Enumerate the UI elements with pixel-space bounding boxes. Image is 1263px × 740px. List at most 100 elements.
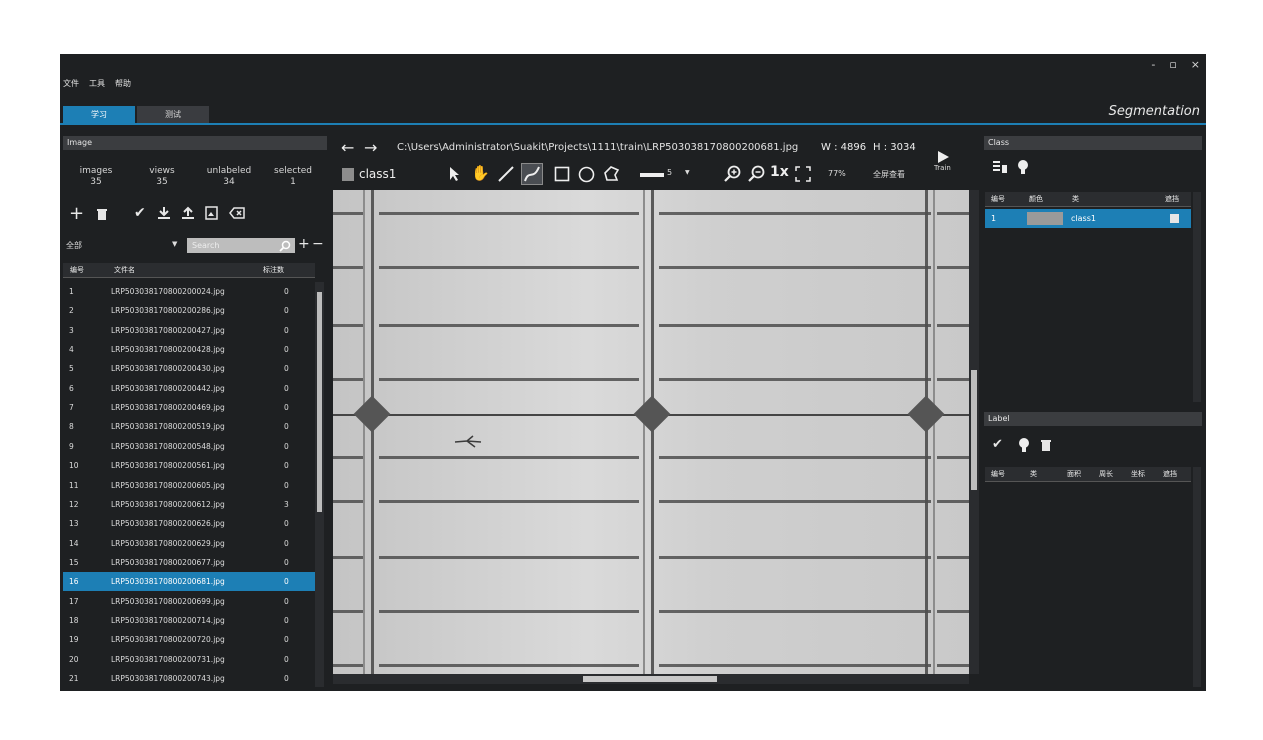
table-row[interactable]: 16 LRP503038170800200681.jpg 0	[63, 572, 315, 592]
table-row[interactable]: 12 LRP503038170800200612.jpg 3	[63, 495, 315, 514]
table-row[interactable]: 15 LRP503038170800200677.jpg 0	[63, 553, 315, 572]
cell-corner	[633, 395, 671, 433]
class-col-color: 颜色	[1029, 195, 1043, 203]
row-count: 0	[284, 461, 289, 471]
menu-bar: 文件 工具 帮助	[63, 78, 131, 89]
row-id: 17	[69, 596, 79, 606]
import-icon[interactable]	[157, 206, 171, 220]
brush-size-dropdown-icon[interactable]: ▼	[685, 169, 690, 176]
class-row[interactable]: 1 class1	[985, 209, 1191, 228]
train-button-label[interactable]: Train	[934, 164, 951, 172]
zoom-out-icon[interactable]	[748, 165, 765, 182]
close-button[interactable]: ×	[1191, 58, 1200, 71]
line-tool-icon[interactable]	[497, 165, 515, 183]
filter-select[interactable]: 全部 ▼	[66, 240, 184, 253]
table-row[interactable]: 5 LRP503038170800200430.jpg 0	[63, 359, 315, 378]
fullscreen-view-button[interactable]: 全屏查看	[873, 169, 905, 180]
label-list-scrollbar[interactable]	[1193, 467, 1201, 687]
cell-corner	[353, 395, 391, 433]
table-row[interactable]: 10 LRP503038170800200561.jpg 0	[63, 456, 315, 475]
table-row[interactable]: 20 LRP503038170800200731.jpg 0	[63, 650, 315, 669]
polygon-tool-icon[interactable]	[603, 165, 621, 183]
lightbulb-icon[interactable]	[1017, 159, 1029, 175]
row-count: 0	[284, 403, 289, 413]
export-icon[interactable]	[181, 206, 195, 220]
row-id: 18	[69, 615, 79, 625]
image-list-scrollbar[interactable]	[315, 282, 324, 687]
image-canvas[interactable]	[333, 190, 969, 674]
table-row[interactable]: 6 LRP503038170800200442.jpg 0	[63, 379, 315, 398]
row-count: 0	[284, 674, 289, 683]
search-icon[interactable]	[279, 240, 291, 252]
row-id: 21	[69, 674, 79, 683]
finger-line	[379, 456, 639, 459]
minimize-button[interactable]: -	[1151, 58, 1155, 71]
row-count: 0	[284, 577, 289, 587]
table-row[interactable]: 17 LRP503038170800200699.jpg 0	[63, 592, 315, 611]
forward-arrow-icon[interactable]: →	[364, 138, 377, 157]
zoom-in-icon[interactable]	[724, 165, 741, 182]
tab-underline	[60, 123, 1206, 125]
canvas-horizontal-scrollbar[interactable]	[333, 674, 969, 684]
menu-help[interactable]: 帮助	[115, 78, 131, 89]
pointer-icon[interactable]	[448, 166, 460, 182]
table-row[interactable]: 18 LRP503038170800200714.jpg 0	[63, 611, 315, 630]
plus-icon[interactable]: +	[298, 236, 310, 252]
class-row-color[interactable]	[1027, 212, 1063, 225]
tab-learn[interactable]: 学习	[63, 106, 135, 123]
check-icon[interactable]: ✔	[134, 205, 146, 221]
ellipse-tool-icon[interactable]	[578, 166, 595, 183]
fit-screen-icon[interactable]	[795, 166, 811, 182]
lightbulb-icon[interactable]	[1018, 437, 1030, 453]
minus-icon[interactable]: −	[312, 236, 324, 252]
table-row[interactable]: 8 LRP503038170800200519.jpg 0	[63, 417, 315, 436]
current-class[interactable]: class1	[359, 167, 396, 181]
row-count: 0	[284, 345, 289, 355]
class-row-visible-checkbox[interactable]	[1170, 214, 1179, 223]
canvas-hscroll-thumb[interactable]	[583, 676, 717, 682]
row-id: 11	[69, 480, 79, 490]
finger-line	[379, 266, 639, 269]
menu-tools[interactable]: 工具	[89, 78, 105, 89]
image-file-icon[interactable]	[205, 206, 218, 220]
delete-icon[interactable]	[96, 207, 108, 221]
delete-icon[interactable]	[1040, 438, 1052, 452]
class-col-visible: 遮挡	[1165, 195, 1179, 203]
table-row[interactable]: 19 LRP503038170800200720.jpg 0	[63, 630, 315, 649]
finger-line	[937, 378, 969, 381]
table-row[interactable]: 2 LRP503038170800200286.jpg 0	[63, 301, 315, 320]
train-play-icon[interactable]	[936, 150, 950, 164]
class-list-scrollbar[interactable]	[1193, 192, 1201, 402]
finger-line	[937, 266, 969, 269]
hand-icon[interactable]: ✋	[471, 164, 490, 182]
brush-size-value[interactable]: 5	[667, 168, 672, 177]
table-row[interactable]: 21 LRP503038170800200743.jpg 0	[63, 669, 315, 688]
table-row[interactable]: 4 LRP503038170800200428.jpg 0	[63, 340, 315, 359]
add-icon[interactable]: +	[69, 203, 84, 224]
table-row[interactable]: 9 LRP503038170800200548.jpg 0	[63, 437, 315, 456]
back-arrow-icon[interactable]: ←	[341, 138, 354, 157]
table-row[interactable]: 7 LRP503038170800200469.jpg 0	[63, 398, 315, 417]
clear-label-icon[interactable]	[229, 207, 245, 219]
restore-button[interactable]: ▫	[1169, 58, 1176, 71]
class-list-settings-icon[interactable]	[992, 160, 1008, 174]
finger-line	[333, 500, 363, 503]
finger-line	[659, 500, 931, 503]
menu-file[interactable]: 文件	[63, 78, 79, 89]
rectangle-tool-icon[interactable]	[554, 166, 570, 182]
table-row[interactable]: 13 LRP503038170800200626.jpg 0	[63, 514, 315, 533]
table-row[interactable]: 11 LRP503038170800200605.jpg 0	[63, 476, 315, 495]
zoom-1x-button[interactable]: 1x	[770, 164, 789, 180]
table-row[interactable]: 14 LRP503038170800200629.jpg 0	[63, 534, 315, 553]
table-row[interactable]: 3 LRP503038170800200427.jpg 0	[63, 321, 315, 340]
image-list-scroll-thumb[interactable]	[317, 292, 322, 512]
table-row[interactable]: 1 LRP503038170800200024.jpg 0	[63, 282, 315, 301]
row-filename: LRP503038170800200519.jpg	[111, 422, 225, 432]
canvas-vertical-scrollbar[interactable]	[969, 190, 979, 674]
row-id: 19	[69, 635, 79, 645]
canvas-vscroll-thumb[interactable]	[971, 370, 977, 490]
curve-tool-icon[interactable]	[521, 163, 543, 185]
check-icon[interactable]: ✔	[992, 437, 1003, 452]
tab-test[interactable]: 测试	[137, 106, 209, 123]
row-count: 0	[284, 654, 289, 664]
